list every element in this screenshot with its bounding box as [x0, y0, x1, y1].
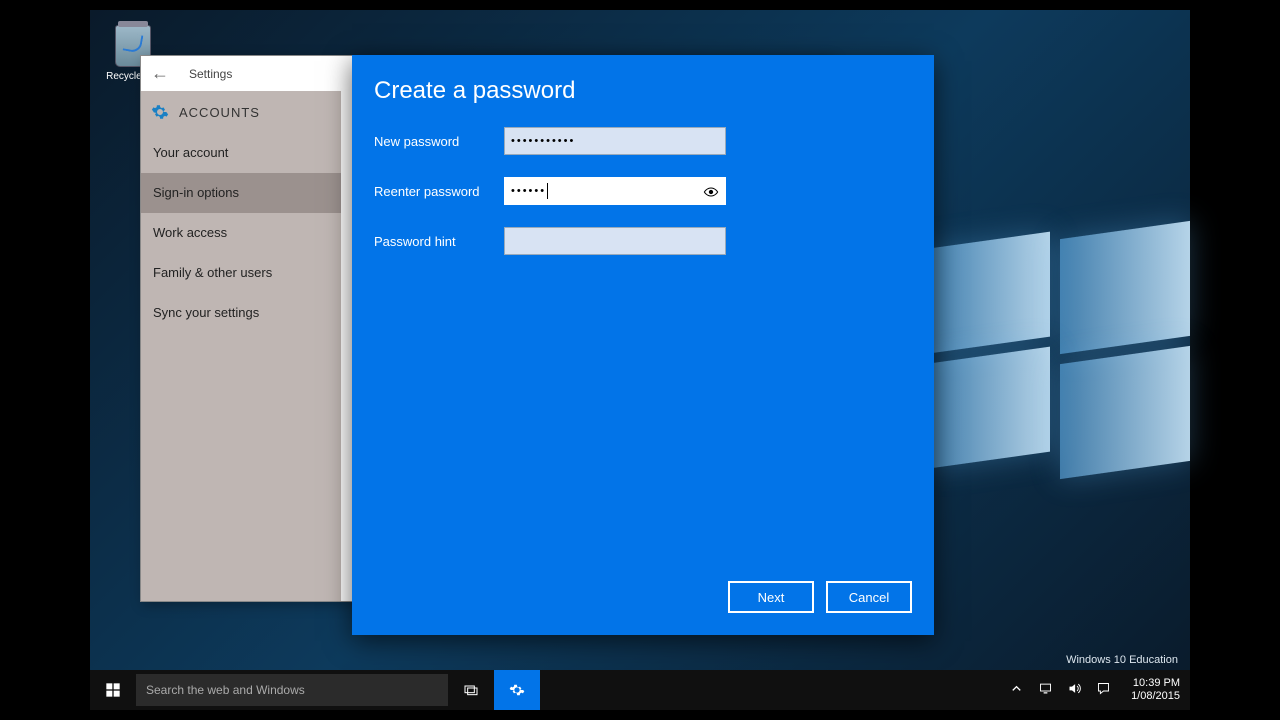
tray-volume-icon[interactable] [1067, 681, 1082, 699]
taskbar-clock[interactable]: 10:39 PM 1/08/2015 [1131, 677, 1180, 703]
reenter-password-value: •••••• [511, 185, 546, 197]
sidebar-item-family[interactable]: Family & other users [141, 253, 341, 293]
sidebar-item-your-account[interactable]: Your account [141, 133, 341, 173]
watermark: Windows 10 Education [1066, 654, 1178, 666]
system-tray: 10:39 PM 1/08/2015 [999, 677, 1190, 703]
new-password-value: ••••••••••• [511, 135, 575, 147]
back-button[interactable]: ← [151, 63, 169, 84]
windows-logo-wallpaper [930, 240, 1190, 470]
password-hint-label: Password hint [374, 234, 504, 249]
task-view-button[interactable] [448, 670, 494, 710]
clock-date: 1/08/2015 [1131, 690, 1180, 703]
clock-time: 10:39 PM [1131, 677, 1180, 690]
taskbar-app-settings[interactable] [494, 670, 540, 710]
create-password-dialog: Create a password New password •••••••••… [352, 55, 934, 635]
taskbar: Search the web and Windows 10:39 PM 1/08… [90, 670, 1190, 710]
text-cursor [547, 183, 548, 199]
sidebar-item-sync[interactable]: Sync your settings [141, 293, 341, 333]
settings-sidebar: ACCOUNTS Your account Sign-in options Wo… [141, 91, 341, 601]
reenter-password-label: Reenter password [374, 184, 504, 199]
tray-notifications-icon[interactable] [1096, 681, 1111, 699]
reveal-password-icon[interactable] [703, 184, 719, 205]
new-password-input[interactable]: ••••••••••• [504, 127, 726, 155]
gear-icon [151, 103, 169, 121]
sidebar-header-label: ACCOUNTS [179, 105, 260, 120]
start-button[interactable] [90, 670, 136, 710]
desktop: Recycle Bin ← Settings ACCOUNTS Your acc… [90, 10, 1190, 710]
settings-title: Settings [189, 67, 232, 81]
reenter-password-input[interactable]: •••••• [504, 177, 726, 205]
sidebar-item-work-access[interactable]: Work access [141, 213, 341, 253]
tray-network-icon[interactable] [1038, 681, 1053, 699]
next-button[interactable]: Next [728, 581, 814, 613]
new-password-label: New password [374, 134, 504, 149]
search-placeholder: Search the web and Windows [146, 683, 305, 697]
cancel-button[interactable]: Cancel [826, 581, 912, 613]
dialog-title: Create a password [374, 77, 934, 105]
sidebar-header: ACCOUNTS [141, 91, 341, 133]
password-hint-input[interactable] [504, 227, 726, 255]
search-box[interactable]: Search the web and Windows [136, 674, 448, 706]
sidebar-item-signin-options[interactable]: Sign-in options [141, 173, 341, 213]
tray-chevron-icon[interactable] [1009, 681, 1024, 699]
